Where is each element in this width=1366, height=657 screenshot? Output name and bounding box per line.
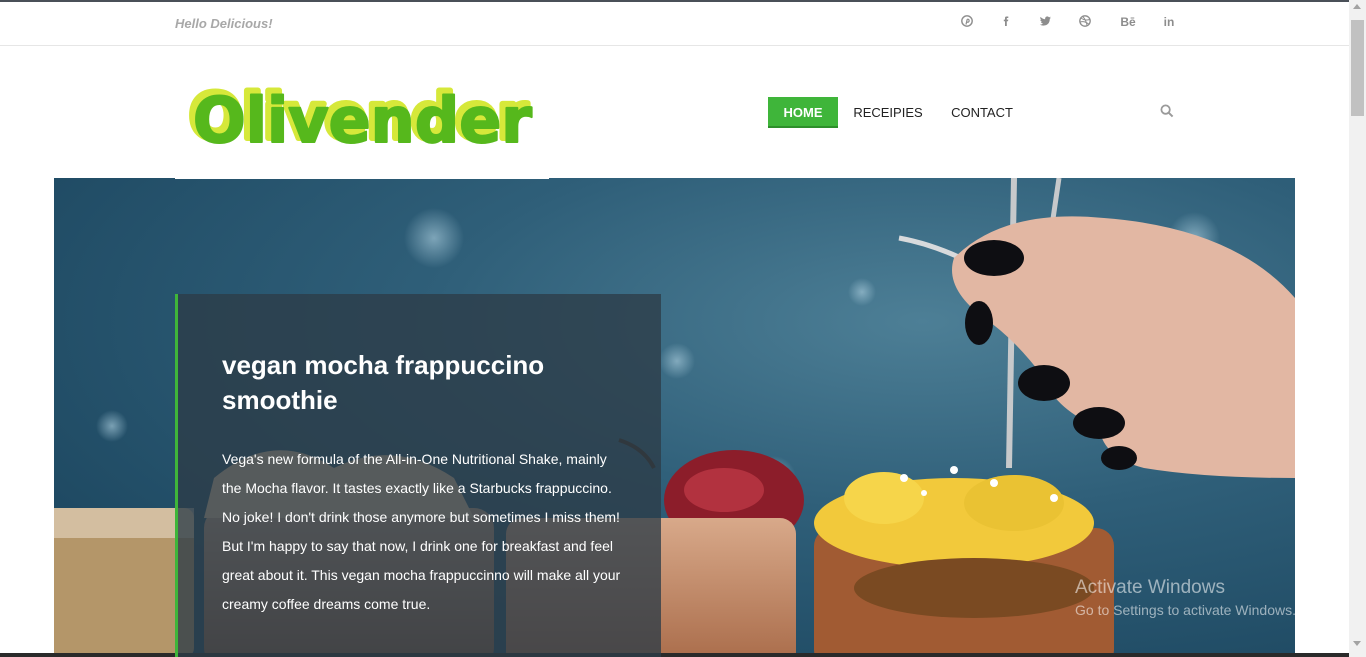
behance-icon[interactable]: Bē: [1117, 15, 1139, 29]
tagline: Hello Delicious!: [175, 16, 273, 31]
hero-card: vegan mocha frappuccino smoothie Vega's …: [175, 294, 661, 657]
twitter-icon[interactable]: [1036, 15, 1054, 30]
scroll-down-arrow-icon[interactable]: [1353, 641, 1361, 646]
scrollbar-thumb[interactable]: [1351, 20, 1364, 116]
nav-home[interactable]: HOME: [768, 97, 838, 128]
hero-description: Vega's new formula of the All-in-One Nut…: [222, 451, 621, 612]
nav-contact[interactable]: CONTACT: [946, 97, 1018, 128]
hero-title[interactable]: vegan mocha frappuccino smoothie: [222, 348, 622, 418]
activate-windows-title: Activate Windows: [1075, 577, 1225, 598]
scroll-up-arrow-icon[interactable]: [1353, 4, 1361, 9]
nav-recipes[interactable]: RECEIPIES: [850, 97, 926, 128]
olivender-logo-icon: Olivender Olivender: [186, 77, 533, 158]
activate-windows-subtitle: Go to Settings to activate Windows.: [1075, 602, 1296, 618]
pinterest-icon[interactable]: [958, 15, 976, 30]
logo[interactable]: Olivender Olivender: [175, 46, 549, 179]
linkedin-icon[interactable]: in: [1160, 15, 1178, 29]
svg-text:Olivender: Olivender: [193, 84, 532, 157]
facebook-icon[interactable]: [997, 15, 1015, 30]
search-icon[interactable]: [1160, 104, 1176, 120]
dribbble-icon[interactable]: [1076, 15, 1094, 30]
top-bar: Hello Delicious! Bē in: [0, 2, 1349, 46]
